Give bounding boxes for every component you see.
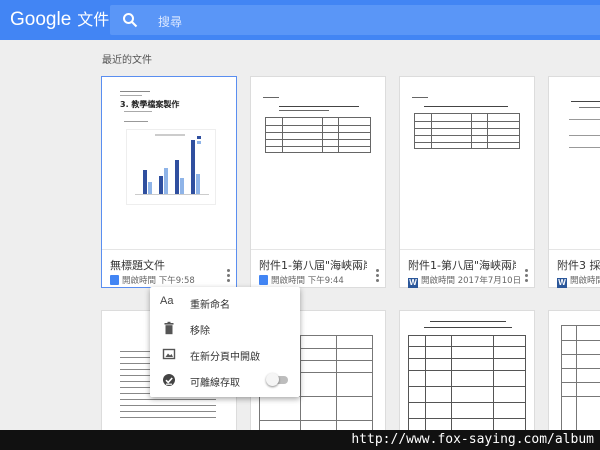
opened-label: 開啟時間 [570, 276, 600, 286]
opened-label: 開啟時間 [271, 276, 306, 286]
opened-time: 下午9:58 [158, 276, 195, 286]
more-options-icon[interactable] [375, 268, 379, 282]
document-thumbnail[interactable] [400, 77, 534, 250]
document-thumbnail[interactable] [549, 77, 600, 250]
docs-icon [259, 275, 268, 285]
document-meta: 開啟時間 下午9:44 [259, 274, 344, 286]
document-card[interactable]: 附件3 採臺 W開啟時間 [548, 76, 600, 288]
search-box[interactable]: 搜尋 [110, 5, 600, 35]
toggle-knob[interactable] [266, 373, 279, 386]
opened-label: 開啟時間 [122, 276, 157, 286]
word-icon: W [557, 278, 567, 288]
thumbnail-chart [126, 129, 216, 205]
menu-item-offline[interactable]: 可離線存取 [150, 368, 300, 394]
opened-time: 下午9:44 [307, 276, 344, 286]
watermark-bar: http://www.fox-saying.com/album [0, 430, 600, 450]
more-options-icon[interactable] [524, 268, 528, 282]
menu-item-label: 可離線存取 [190, 378, 240, 389]
offline-icon [163, 374, 175, 386]
document-card[interactable] [548, 310, 600, 450]
open-new-tab-icon [162, 348, 176, 360]
section-title: 最近的文件 [102, 55, 152, 66]
top-app-bar: Google 文件 搜尋 [0, 0, 600, 40]
menu-item-rename[interactable]: Aa 重新命名 [150, 290, 300, 316]
document-meta: 開啟時間 下午9:58 [110, 274, 195, 286]
google-wordmark: Google [10, 9, 72, 30]
menu-item-remove[interactable]: 移除 [150, 316, 300, 342]
menu-item-label: 重新命名 [190, 300, 230, 311]
menu-item-label: 在新分頁中開啟 [190, 352, 260, 363]
document-title: 附件1-第八屆"海峽兩岸金... [259, 259, 367, 272]
document-title: 無標題文件 [110, 259, 165, 272]
document-card[interactable]: 3. 教學檔案製作 無標題文件 開啟時間 下午9:58 [101, 76, 237, 288]
search-icon[interactable] [122, 12, 138, 28]
search-input[interactable]: 搜尋 [158, 13, 182, 30]
menu-item-open-new-tab[interactable]: 在新分頁中開啟 [150, 342, 300, 368]
app-name: 文件 [77, 10, 110, 29]
word-icon: W [408, 278, 418, 288]
document-meta: W 開啟時間 2017年7月10日 [408, 274, 521, 288]
opened-label: 開啟時間 [421, 276, 456, 286]
rename-icon: Aa [160, 295, 174, 307]
app-logo[interactable]: Google 文件 [10, 8, 109, 32]
thumbnail-form [265, 117, 371, 153]
menu-item-label: 移除 [190, 326, 210, 337]
document-card[interactable]: 附件1-第八屆"海峽兩岸金... 開啟時間 下午9:44 [250, 76, 386, 288]
offline-toggle[interactable] [266, 373, 288, 386]
document-card[interactable] [399, 310, 535, 450]
context-menu: Aa 重新命名 移除 在新分頁中開啟 可離線存取 [150, 287, 300, 397]
trash-icon [164, 321, 174, 335]
thumbnail-form [414, 113, 520, 149]
document-thumbnail[interactable] [251, 77, 385, 250]
document-thumbnail[interactable]: 3. 教學檔案製作 [102, 77, 236, 250]
document-title: 附件3 採臺 [557, 259, 600, 272]
document-card[interactable]: 附件1-第八屆"海峽兩岸金... W開啟時間 2017年7月10日 [399, 76, 535, 288]
watermark-text: http://www.fox-saying.com/album [351, 432, 594, 447]
document-title: 附件1-第八屆"海峽兩岸金... [408, 259, 516, 272]
docs-icon [110, 275, 119, 285]
more-options-icon[interactable] [226, 268, 230, 282]
thumbnail-heading: 3. 教學檔案製作 [120, 100, 180, 109]
opened-time: 2017年7月10日 [457, 276, 522, 286]
document-meta: W 開啟時間 [557, 274, 600, 288]
